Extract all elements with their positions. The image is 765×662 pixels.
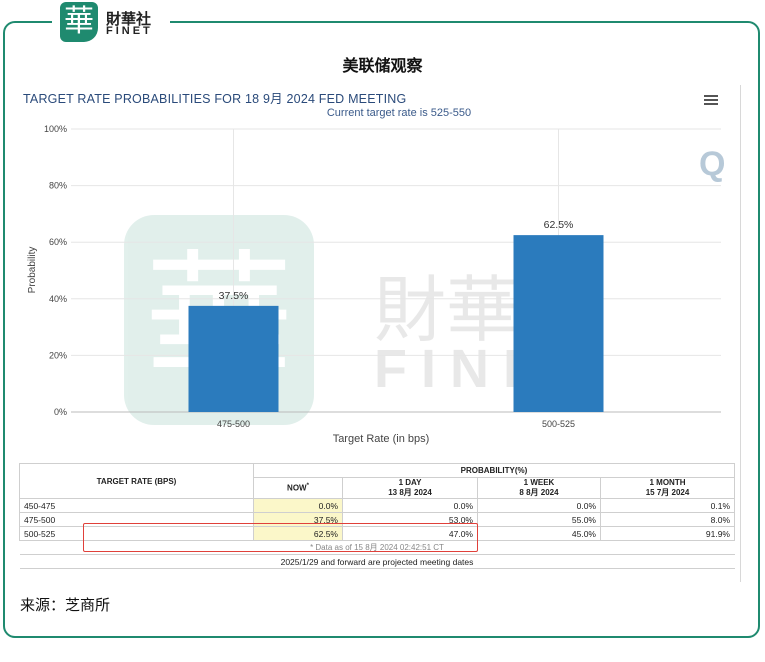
cell-1-month: 91.9% (600, 526, 735, 541)
y-tick-label: 0% (54, 407, 67, 417)
col-now: NOW* (253, 477, 343, 499)
x-tick-label: 500-525 (542, 419, 575, 429)
cell-1-week: 45.0% (477, 526, 601, 541)
cell-1-month: 8.0% (600, 512, 735, 527)
col-probability-group: PROBABILITY(%) (253, 463, 735, 478)
projection-note: 2025/1/29 and forward are projected meet… (19, 554, 735, 569)
x-axis-label: Target Rate (in bps) (333, 433, 430, 445)
bar-data-label: 37.5% (219, 290, 249, 302)
probability-table: TARGET RATE (BPS) PROBABILITY(%) NOW* 1 … (19, 463, 735, 569)
cell-1-week: 0.0% (477, 498, 601, 513)
x-tick-label: 475-500 (217, 419, 250, 429)
col-target-rate: TARGET RATE (BPS) (19, 463, 254, 499)
col-1-week: 1 WEEK 8 8月 2024 (477, 477, 601, 499)
source-credit: 来源：芝商所 (20, 596, 111, 614)
fedwatch-screenshot: TARGET RATE PROBABILITIES FOR 18 9月 2024… (19, 85, 741, 582)
quikstrike-logo-icon: Q (699, 145, 725, 183)
cell-now: 0.0% (253, 498, 343, 513)
y-tick-label: 80% (49, 181, 67, 191)
y-tick-label: 100% (44, 124, 67, 134)
y-tick-label: 60% (49, 237, 67, 247)
cell-1-month: 0.1% (600, 498, 735, 513)
brand-name-en: FINET (106, 25, 153, 37)
cell-1-day: 0.0% (342, 498, 478, 513)
y-axis-label: Probability (27, 247, 38, 294)
bar (188, 305, 279, 412)
brand-seal-logo: 華 (60, 2, 98, 42)
bar-data-label: 62.5% (544, 219, 574, 231)
page-title: 美联储观察 (342, 56, 423, 75)
cell-rate: 450-475 (19, 498, 254, 513)
col-1-day: 1 DAY 13 8月 2024 (342, 477, 478, 499)
bar (513, 235, 604, 412)
highlight-box (83, 523, 478, 552)
y-tick-label: 40% (49, 294, 67, 304)
y-tick-label: 20% (49, 350, 67, 360)
y-tick-labels: 0% 20% 40% 60% 80% 100% (44, 124, 67, 417)
cell-1-week: 55.0% (477, 512, 601, 527)
table-row: 450-475 0.0% 0.0% 0.0% 0.1% (19, 498, 735, 513)
probability-bar-chart: 華 財華社 FINET Q 0%20%40%60%80%100% 37.5%62… (27, 124, 725, 445)
col-1-month: 1 MONTH 15 7月 2024 (600, 477, 735, 499)
